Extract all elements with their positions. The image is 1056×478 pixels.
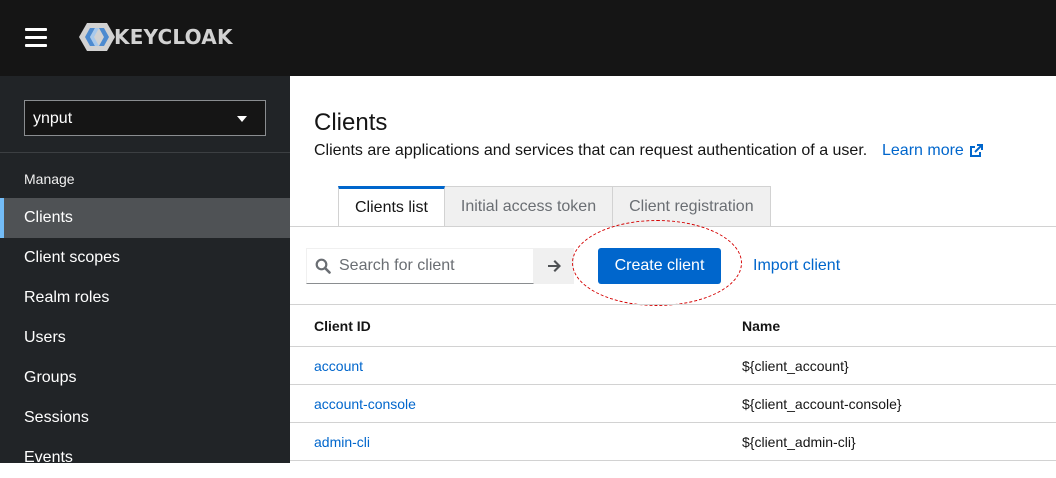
keycloak-logo-icon	[79, 23, 115, 51]
sidebar-item-groups[interactable]: Groups	[0, 358, 290, 398]
column-header-name[interactable]: Name	[742, 318, 780, 334]
realm-selector[interactable]: ynput	[24, 100, 266, 136]
sidebar-item-users[interactable]: Users	[0, 318, 290, 358]
toolbar: Create client Import client	[306, 220, 1046, 306]
sidebar-item-sessions[interactable]: Sessions	[0, 398, 290, 438]
tab-client-registration[interactable]: Client registration	[613, 186, 771, 226]
main-content: Clients Clients are applications and ser…	[290, 76, 1056, 463]
masthead: KEYCLOAK	[0, 0, 1056, 76]
learn-more-label: Learn more	[882, 142, 964, 159]
client-name: ${client_admin-cli}	[742, 434, 856, 450]
sidebar: ynput Manage Clients Client scopes Realm…	[0, 76, 290, 466]
sidebar-item-client-scopes[interactable]: Client scopes	[0, 238, 290, 278]
nav-section-manage: Manage	[24, 171, 75, 187]
client-name: ${client_account-console}	[742, 396, 902, 412]
external-link-icon	[969, 144, 983, 157]
client-id-link[interactable]: account-console	[314, 396, 416, 412]
learn-more-link[interactable]: Learn more	[882, 142, 984, 160]
table-row: admin-cli ${client_admin-cli}	[290, 423, 1056, 461]
arrow-right-icon	[548, 260, 561, 272]
sidebar-item-clients[interactable]: Clients	[0, 198, 290, 238]
page-description: Clients are applications and services th…	[314, 142, 868, 159]
caret-down-icon	[237, 116, 247, 122]
logo-text: KEYCLOAK	[114, 25, 233, 49]
table-row: account-console ${client_account-console…	[290, 385, 1056, 423]
search-input[interactable]	[339, 257, 529, 275]
client-id-link[interactable]: admin-cli	[314, 434, 370, 450]
tab-initial-access-token[interactable]: Initial access token	[444, 186, 614, 226]
search-icon	[315, 258, 331, 274]
tabs: Clients list Initial access token Client…	[338, 186, 771, 226]
sidebar-nav: Clients Client scopes Realm roles Users …	[0, 198, 290, 478]
tab-clients-list[interactable]: Clients list	[338, 186, 445, 226]
realm-name: ynput	[33, 110, 73, 127]
client-id-link[interactable]: account	[314, 358, 363, 374]
create-client-button[interactable]: Create client	[598, 248, 721, 284]
table-row: account ${client_account}	[290, 347, 1056, 385]
keycloak-logo[interactable]: KEYCLOAK	[78, 22, 233, 52]
sidebar-item-events[interactable]: Events	[0, 438, 290, 478]
column-header-client-id[interactable]: Client ID	[314, 318, 371, 334]
table-header: Client ID Name	[290, 305, 1056, 347]
import-client-link[interactable]: Import client	[753, 257, 840, 275]
hamburger-menu-icon[interactable]	[25, 28, 47, 47]
sidebar-item-realm-roles[interactable]: Realm roles	[0, 278, 290, 318]
search-box	[306, 248, 534, 284]
client-name: ${client_account}	[742, 358, 849, 374]
page-title: Clients	[314, 109, 388, 136]
tab-divider	[290, 226, 1056, 227]
sidebar-divider	[0, 152, 290, 153]
search-submit-button[interactable]	[534, 248, 574, 284]
